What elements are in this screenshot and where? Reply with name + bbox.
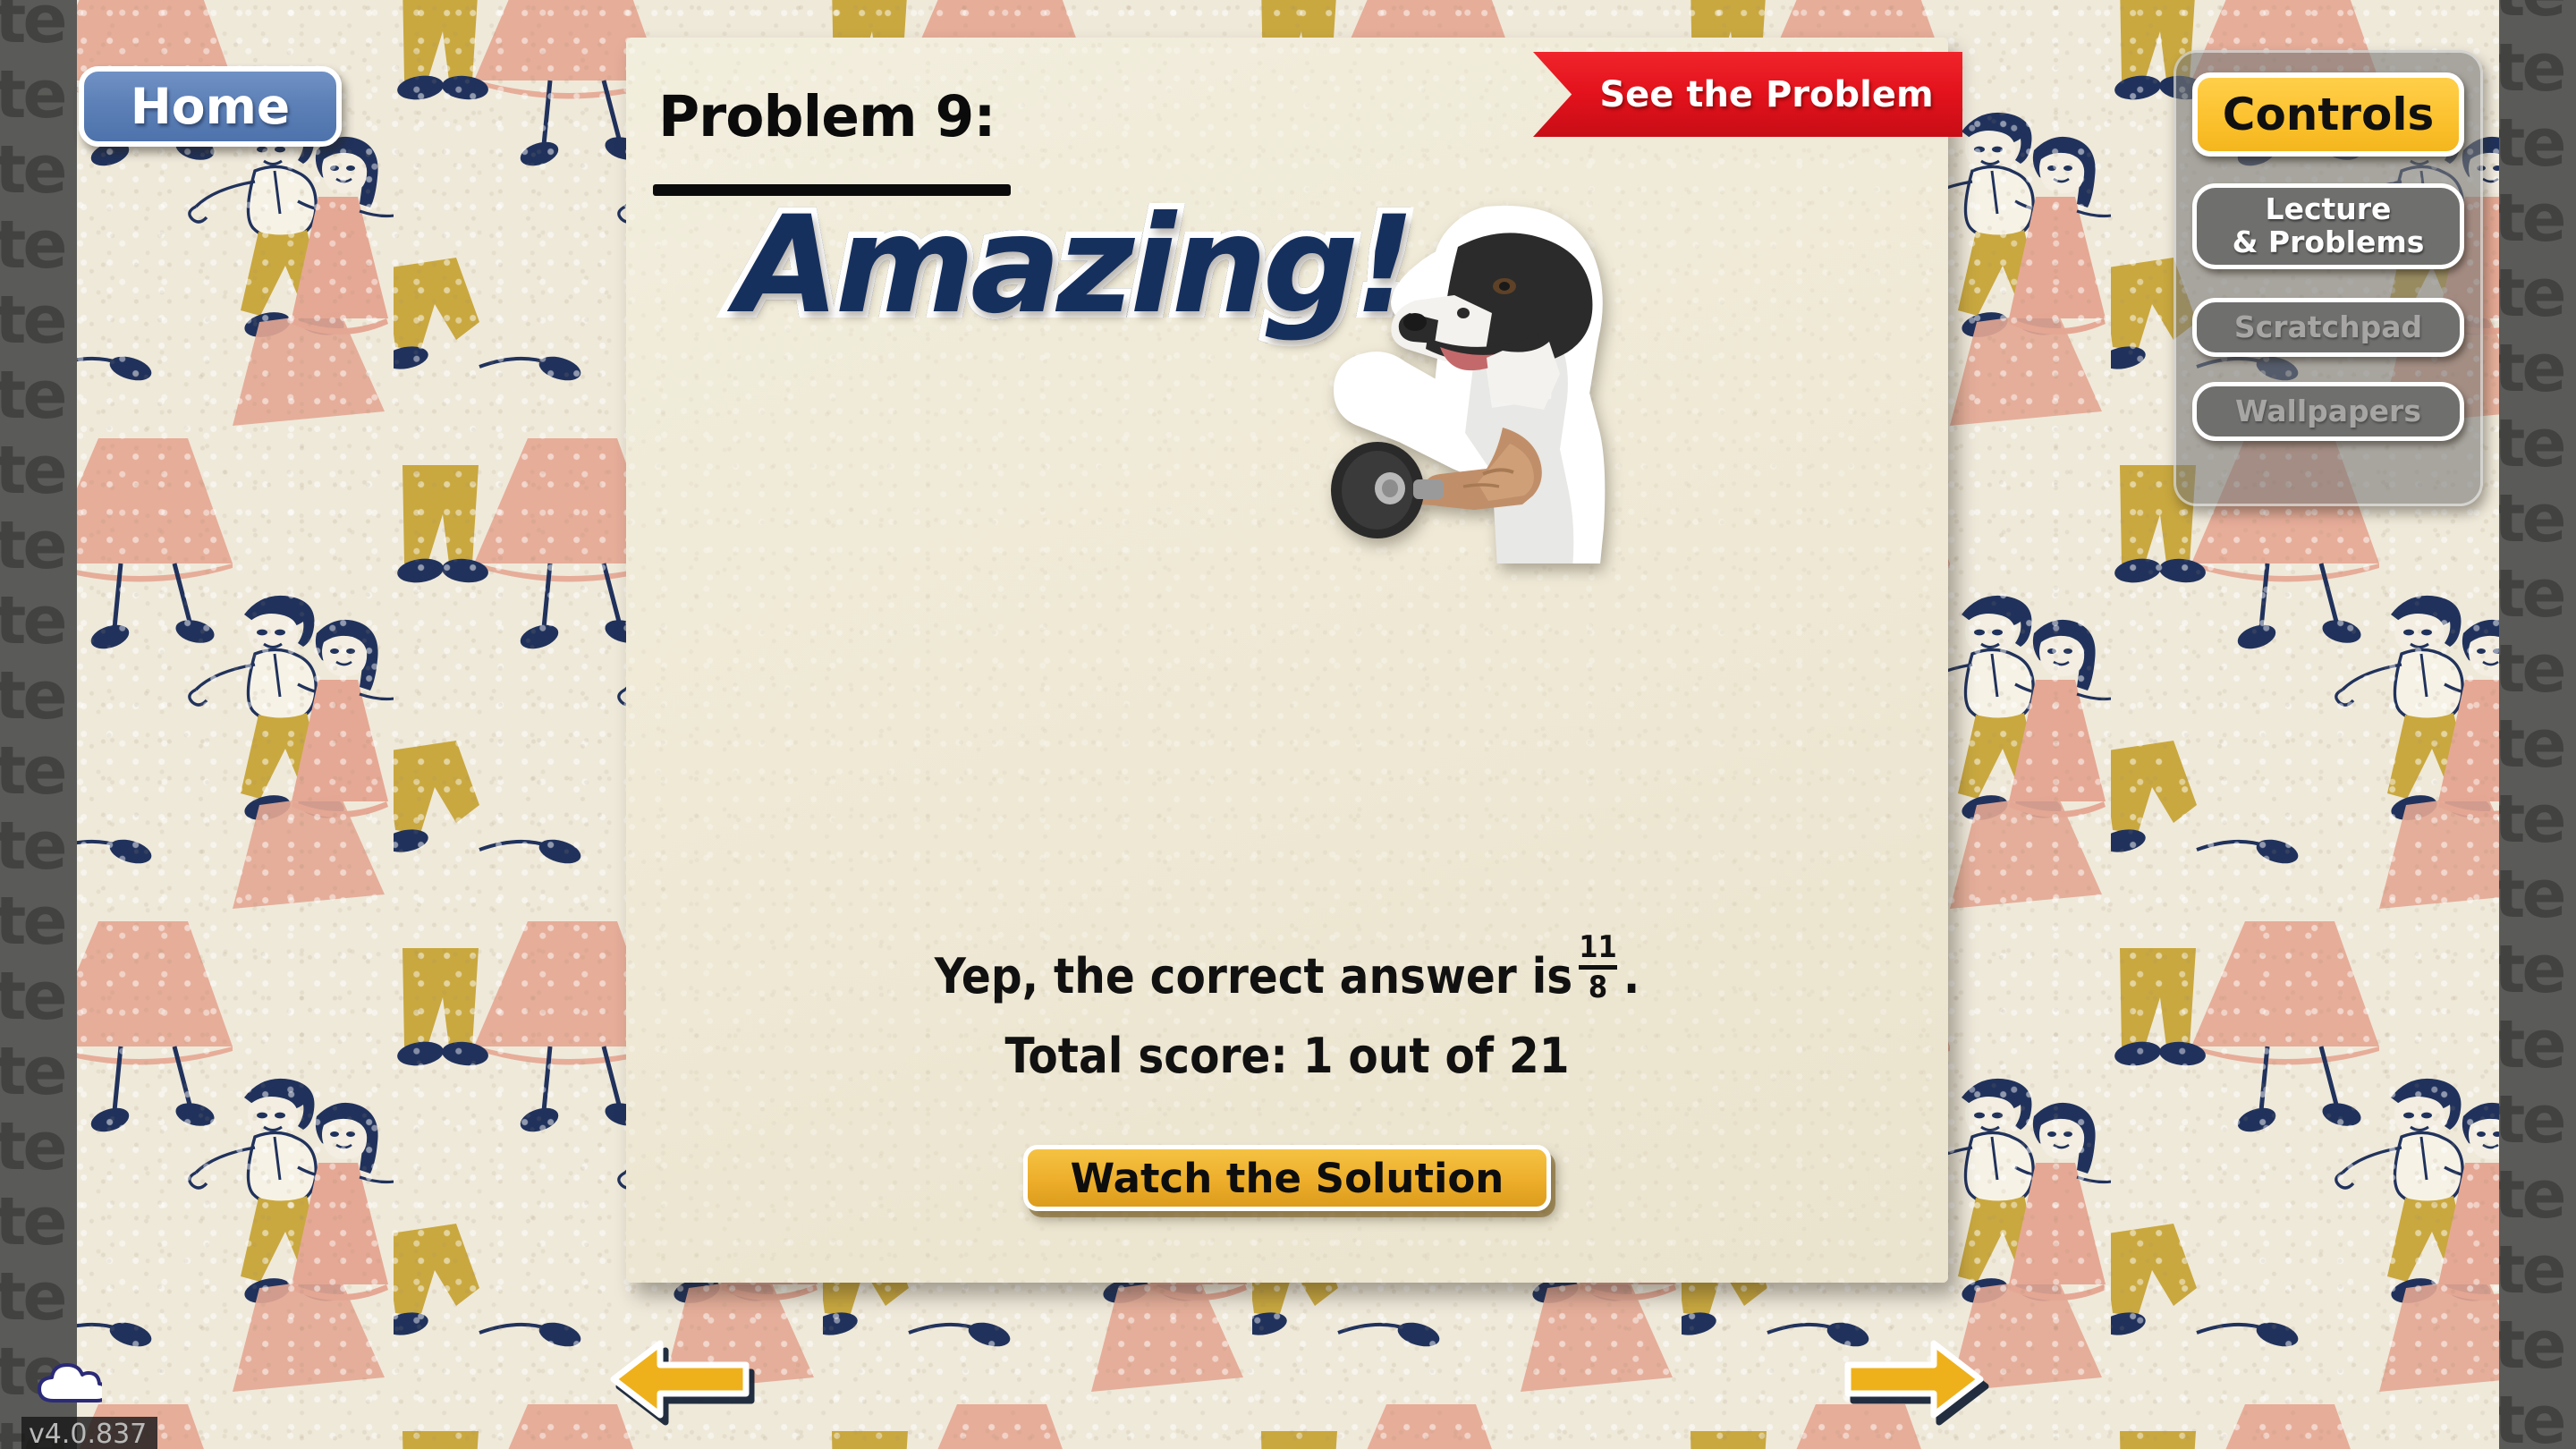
next-arrow-button[interactable]: [1843, 1338, 1986, 1420]
correct-answer-line: Yep, the correct answer is 11 8 .: [626, 932, 1948, 1012]
see-the-problem-label: See the Problem: [1599, 73, 1934, 115]
controls-title-button[interactable]: Controls: [2192, 72, 2464, 157]
see-the-problem-button[interactable]: See the Problem: [1533, 52, 1962, 137]
right-arrow-icon: [1844, 1340, 1984, 1419]
right-edge-strip: tetetetetetetetetetetetetetetetetetetete: [2499, 0, 2576, 1449]
app-stage: te te te te te te te te te te te te te te te te te te te te…: [0, 0, 2576, 1449]
left-arrow-icon: [610, 1340, 750, 1419]
controls-panel: Controls Lecture & Problems Scratchpad W…: [2174, 50, 2483, 506]
answer-fraction: 11 8: [1579, 932, 1617, 1003]
left-edge-strip: tetetetetetetetetetetetetetetetetetetete: [0, 0, 77, 1449]
cloud-icon[interactable]: [38, 1363, 102, 1404]
controls-item-lecture-and-problems[interactable]: Lecture & Problems: [2192, 183, 2464, 269]
home-button[interactable]: Home: [79, 66, 342, 147]
watch-solution-label: Watch the Solution: [1070, 1154, 1504, 1202]
version-label: v4.0.837: [29, 1419, 148, 1449]
watch-solution-button[interactable]: Watch the Solution: [1023, 1145, 1551, 1211]
home-button-label: Home: [130, 78, 291, 135]
controls-item-label: Lecture & Problems: [2232, 191, 2425, 259]
answer-prefix: Yep, the correct answer is: [934, 948, 1573, 1004]
controls-item-wallpapers[interactable]: Wallpapers: [2192, 382, 2464, 441]
previous-arrow-button[interactable]: [608, 1338, 751, 1420]
controls-item-label: Wallpapers: [2235, 393, 2421, 428]
fraction-numerator: 11: [1579, 929, 1617, 965]
dog-bodybuilder-sticker: [1331, 206, 1606, 564]
controls-item-label: Scratchpad: [2233, 309, 2423, 344]
answer-feedback: Yep, the correct answer is 11 8 . Total …: [626, 932, 1948, 1084]
problem-card: Problem 9: See the Problem Amazing! Yep,…: [626, 38, 1962, 1283]
page-title: Problem 9:: [658, 84, 996, 149]
version-badge: v4.0.837: [21, 1417, 158, 1449]
controls-item-scratchpad[interactable]: Scratchpad: [2192, 298, 2464, 357]
answer-suffix: .: [1623, 948, 1640, 1004]
fraction-denominator: 8: [1588, 970, 1608, 1005]
total-score-line: Total score: 1 out of 21: [1004, 1028, 1570, 1084]
controls-title-label: Controls: [2222, 89, 2435, 140]
